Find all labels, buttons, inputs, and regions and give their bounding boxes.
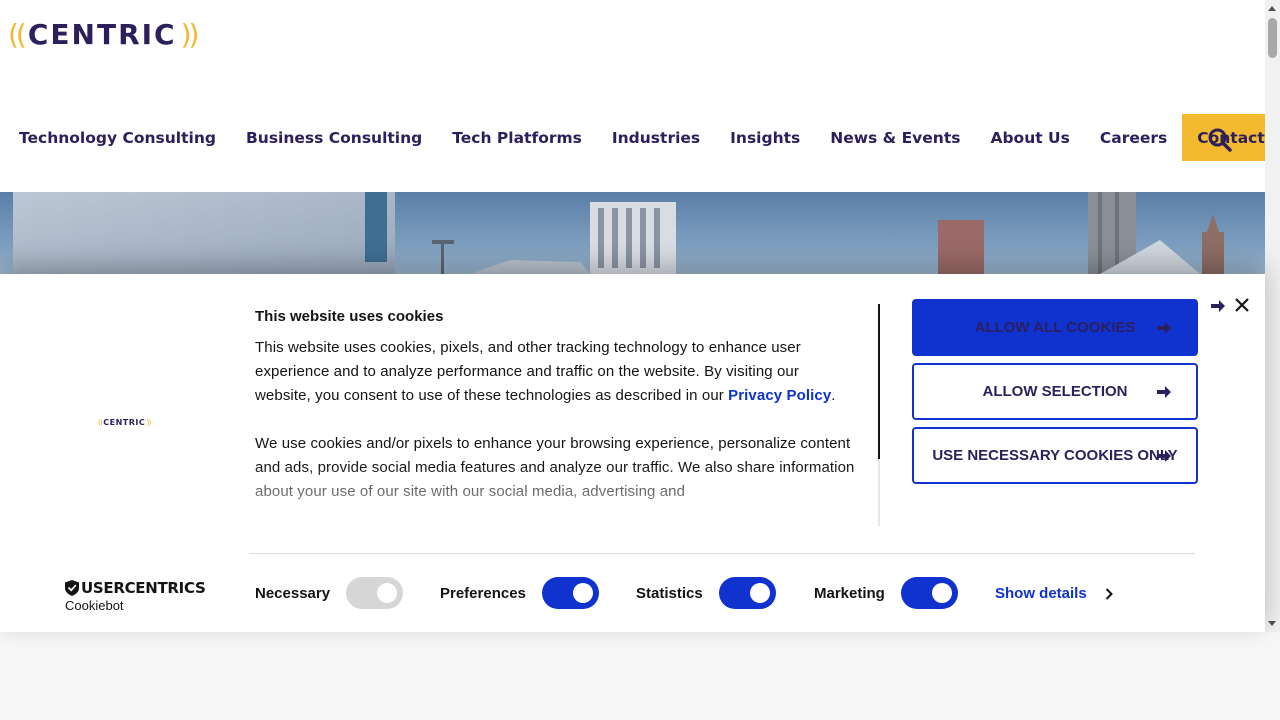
allow-selection-label: ALLOW SELECTION xyxy=(982,383,1128,400)
scrollbar-thumb[interactable] xyxy=(1268,18,1277,58)
usercentrics-row: USERCENTRICS xyxy=(65,579,206,597)
scroll-down-arrow-icon[interactable] xyxy=(1268,621,1276,626)
hero-skyline-image xyxy=(0,192,1265,274)
centric-logo[interactable]: (( CENTRIC )) xyxy=(8,17,200,51)
cookiebot-name: Cookiebot xyxy=(65,598,124,613)
banner-logo-paren-right: )) xyxy=(146,418,151,427)
nav-insights[interactable]: Insights xyxy=(715,114,815,161)
allow-all-label: ALLOW ALL COOKIES xyxy=(974,319,1136,336)
preferences-toggle[interactable] xyxy=(542,577,599,609)
close-icon[interactable] xyxy=(1233,296,1251,314)
cookie-paragraph-1: This website uses cookies, pixels, and o… xyxy=(255,336,855,408)
arrow-right-icon[interactable] xyxy=(1210,298,1226,314)
allow-selection-button[interactable]: ALLOW SELECTION xyxy=(912,363,1198,420)
skyline-illustration xyxy=(13,192,1224,274)
description-scroll-thumb[interactable] xyxy=(878,304,880,459)
site-header: (( CENTRIC )) Technology Consulting Busi… xyxy=(0,0,1280,192)
banner-centric-logo: ((CENTRIC)) xyxy=(98,418,152,427)
arrow-right-icon xyxy=(1157,386,1171,398)
statistics-label: Statistics xyxy=(636,585,703,602)
toggle-knob xyxy=(932,583,952,603)
page: (( CENTRIC )) Technology Consulting Busi… xyxy=(0,0,1280,720)
banner-divider xyxy=(249,553,1195,554)
marketing-toggle[interactable] xyxy=(901,577,958,609)
search-icon[interactable] xyxy=(1207,127,1233,153)
scroll-up-arrow-icon[interactable] xyxy=(1268,6,1276,11)
logo-paren-left: (( xyxy=(8,17,27,51)
arrow-right-icon xyxy=(1157,322,1171,334)
cookie-consent-banner: ((CENTRIC)) This website uses cookies Th… xyxy=(0,274,1265,632)
main-nav: Technology Consulting Business Consultin… xyxy=(4,114,1280,161)
nav-tech-platforms[interactable]: Tech Platforms xyxy=(437,114,597,161)
usercentrics-name: USERCENTRICS xyxy=(81,579,206,597)
cookie-paragraph-1-text: This website uses cookies, pixels, and o… xyxy=(255,339,801,404)
cookie-title: This website uses cookies xyxy=(255,308,444,325)
necessary-toggle xyxy=(346,577,403,609)
cookie-paragraph-1-end: . xyxy=(831,387,836,404)
nav-technology-consulting[interactable]: Technology Consulting xyxy=(4,114,231,161)
necessary-cookies-only-button[interactable]: USE NECESSARY COOKIES ONLY xyxy=(912,427,1198,484)
toggle-knob xyxy=(377,583,397,603)
allow-all-cookies-button[interactable]: ALLOW ALL COOKIES xyxy=(912,299,1198,356)
logo-paren-right: )) xyxy=(180,17,200,51)
cookie-description[interactable]: This website uses cookies, pixels, and o… xyxy=(255,336,855,526)
shield-icon xyxy=(65,580,79,596)
logo-wordmark: CENTRIC xyxy=(27,17,177,51)
chevron-right-icon[interactable] xyxy=(1105,588,1113,600)
toggle-knob xyxy=(750,583,770,603)
toggle-knob xyxy=(573,583,593,603)
show-details-link[interactable]: Show details xyxy=(995,585,1087,602)
banner-logo-paren-left: (( xyxy=(98,418,103,427)
nav-careers[interactable]: Careers xyxy=(1085,114,1182,161)
arrow-right-icon xyxy=(1157,450,1171,462)
marketing-label: Marketing xyxy=(814,585,885,602)
nav-industries[interactable]: Industries xyxy=(597,114,715,161)
statistics-toggle[interactable] xyxy=(719,577,776,609)
privacy-policy-link[interactable]: Privacy Policy xyxy=(728,387,831,404)
banner-logo-wordmark: CENTRIC xyxy=(103,418,146,427)
nav-news-events[interactable]: News & Events xyxy=(815,114,975,161)
nav-about-us[interactable]: About Us xyxy=(975,114,1084,161)
nav-business-consulting[interactable]: Business Consulting xyxy=(231,114,437,161)
page-scrollbar[interactable] xyxy=(1265,0,1280,632)
usercentrics-cookiebot-logo[interactable]: USERCENTRICS Cookiebot xyxy=(65,579,206,613)
necessary-label: Necessary xyxy=(255,585,331,602)
text-fade-overlay xyxy=(255,466,855,526)
necessary-only-label: USE NECESSARY COOKIES ONLY xyxy=(932,447,1178,464)
preferences-label: Preferences xyxy=(440,585,526,602)
